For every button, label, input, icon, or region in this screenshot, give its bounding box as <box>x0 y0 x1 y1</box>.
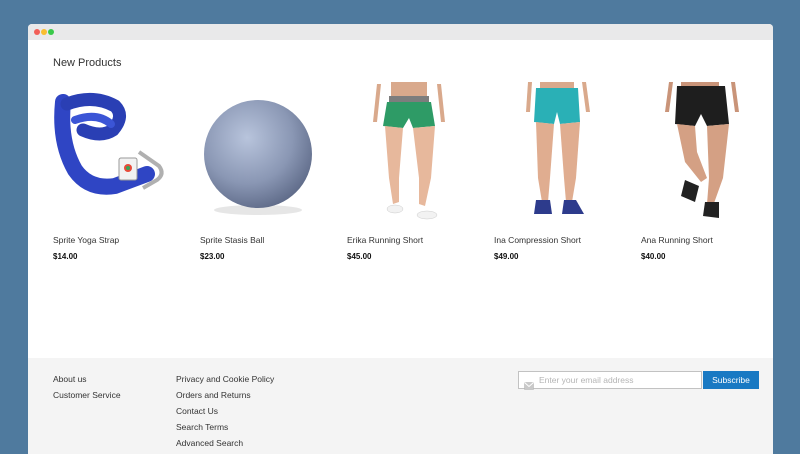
footer-link-customer-service[interactable]: Customer Service <box>53 387 121 403</box>
footer-link-orders-returns[interactable]: Orders and Returns <box>176 387 274 403</box>
product-name[interactable]: Sprite Stasis Ball <box>200 235 264 245</box>
footer-link-search-terms[interactable]: Search Terms <box>176 419 274 435</box>
product-name[interactable]: Sprite Yoga Strap <box>53 235 119 245</box>
section-title: New Products <box>53 57 122 69</box>
product-name[interactable]: Ina Compression Short <box>494 235 581 245</box>
browser-window: New Products Sprite Yoga Strap $14.00 Sp… <box>28 24 773 454</box>
product-image-erika-running-short[interactable] <box>347 82 467 224</box>
product-price: $40.00 <box>641 252 666 261</box>
subscribe-button[interactable]: Subscribe <box>703 371 759 389</box>
footer-links-col-1: About us Customer Service <box>53 371 121 403</box>
product-card[interactable]: Ina Compression Short $49.00 <box>494 82 614 261</box>
product-image-yoga-strap[interactable] <box>53 82 173 224</box>
footer-links-col-2: Privacy and Cookie Policy Orders and Ret… <box>176 371 274 451</box>
window-titlebar <box>28 24 773 40</box>
product-price: $49.00 <box>494 252 519 261</box>
minimize-dot-icon[interactable] <box>41 29 47 35</box>
product-price: $14.00 <box>53 252 78 261</box>
product-card[interactable]: Ana Running Short $40.00 <box>641 82 761 261</box>
product-image-stasis-ball[interactable] <box>200 82 320 224</box>
newsletter-email-input[interactable]: Enter your email address <box>518 371 702 390</box>
maximize-dot-icon[interactable] <box>48 29 54 35</box>
product-price: $45.00 <box>347 252 372 261</box>
product-price: $23.00 <box>200 252 225 261</box>
product-card[interactable]: Sprite Yoga Strap $14.00 <box>53 82 173 261</box>
close-dot-icon[interactable] <box>34 29 40 35</box>
product-card[interactable]: Sprite Stasis Ball $23.00 <box>200 82 320 261</box>
footer-link-privacy-policy[interactable]: Privacy and Cookie Policy <box>176 371 274 387</box>
site-footer: About us Customer Service Privacy and Co… <box>28 358 773 454</box>
product-card[interactable]: Erika Running Short $45.00 <box>347 82 467 261</box>
newsletter-form: Enter your email address Subscribe <box>518 371 759 390</box>
envelope-icon <box>524 377 534 395</box>
footer-link-contact-us[interactable]: Contact Us <box>176 403 274 419</box>
product-name[interactable]: Ana Running Short <box>641 235 713 245</box>
footer-link-advanced-search[interactable]: Advanced Search <box>176 435 274 451</box>
product-image-ina-compression-short[interactable] <box>494 82 614 224</box>
newsletter-email-placeholder: Enter your email address <box>539 375 634 385</box>
footer-link-about-us[interactable]: About us <box>53 371 121 387</box>
product-image-ana-running-short[interactable] <box>641 82 761 224</box>
product-name[interactable]: Erika Running Short <box>347 235 423 245</box>
